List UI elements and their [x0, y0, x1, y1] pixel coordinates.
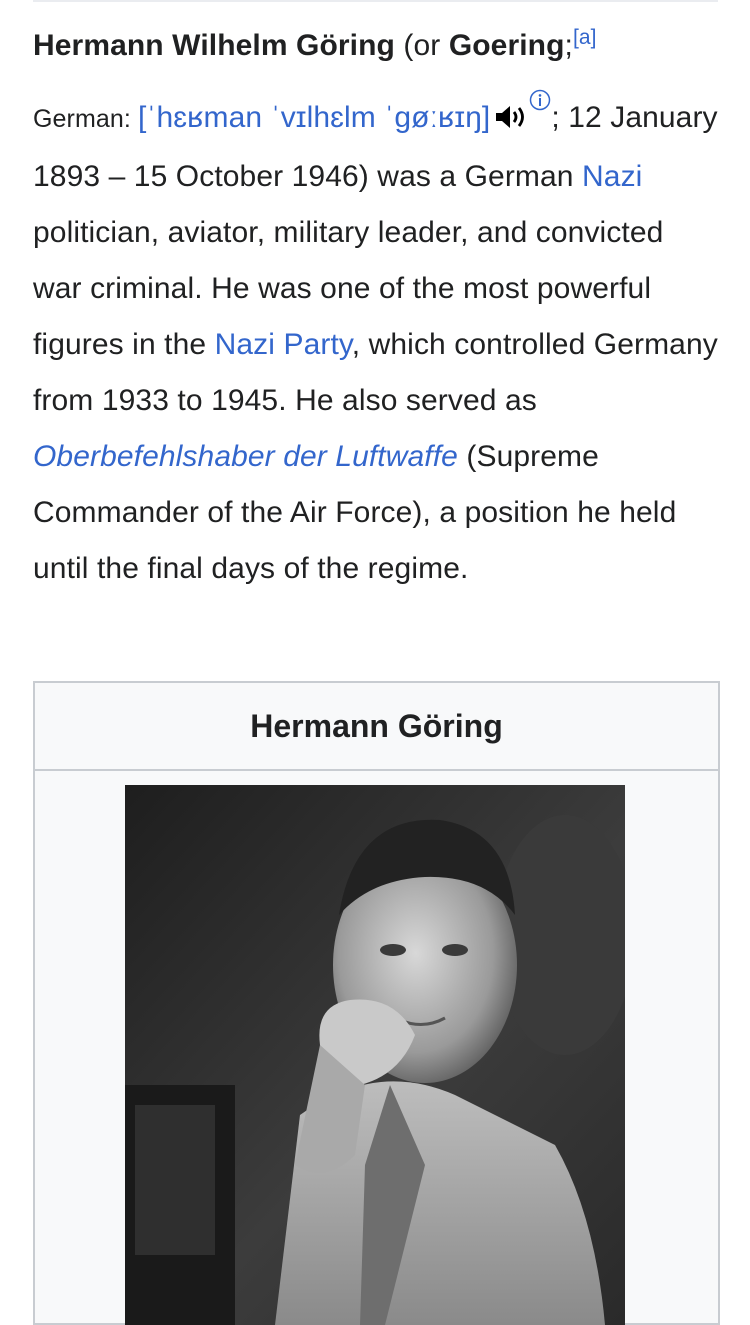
ipa-pronunciation-link[interactable]: [ˈhɛʁman ˈvɪlhɛlm ˈɡøːʁɪŋ]	[138, 101, 490, 134]
oberbefehlshaber-link[interactable]: Oberbefehlshaber der Luftwaffe	[33, 440, 458, 473]
portrait-photo[interactable]	[125, 785, 625, 1325]
nazi-link[interactable]: Nazi	[582, 160, 642, 193]
infobox: Hermann Göring	[33, 681, 720, 1325]
footnote-link[interactable]: [a]	[573, 26, 597, 49]
info-icon[interactable]	[529, 74, 551, 130]
top-divider	[33, 0, 718, 2]
semicolon-text: ;	[564, 29, 573, 62]
infobox-title: Hermann Göring	[35, 683, 718, 771]
subject-name: Hermann Wilhelm Göring	[33, 29, 395, 62]
alt-name: Goering	[448, 29, 565, 62]
language-label: German:	[33, 105, 138, 133]
or-text: (or	[394, 29, 449, 62]
nazi-party-link[interactable]: Nazi Party	[215, 328, 352, 361]
speaker-icon[interactable]	[494, 93, 528, 149]
article-lead-paragraph: Hermann Wilhelm Göring (or Goering;[a] Ge…	[33, 18, 718, 597]
